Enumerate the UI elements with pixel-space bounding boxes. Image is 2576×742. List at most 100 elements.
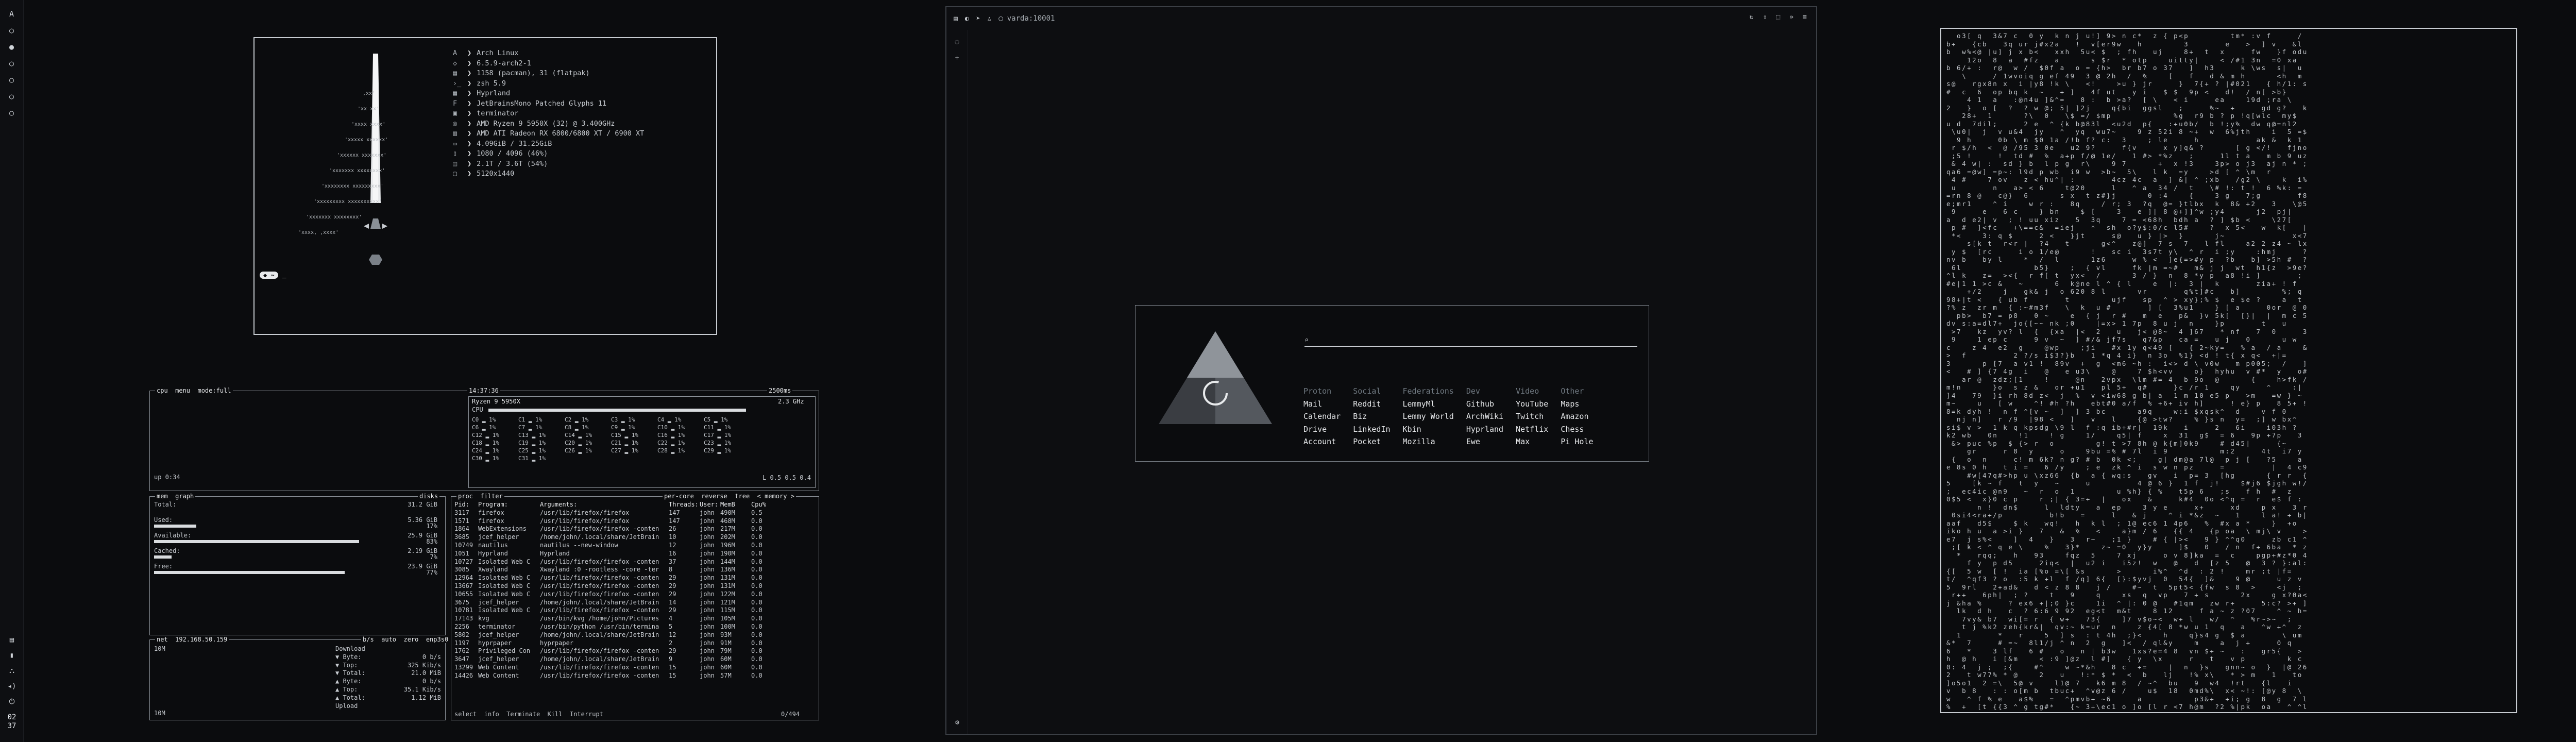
url-bar[interactable]: ◯ varda:10001 bbox=[998, 14, 1055, 23]
cpu-tabs[interactable]: cpu menu mode:full bbox=[155, 387, 233, 394]
workspace-7[interactable]: ○ bbox=[9, 108, 14, 117]
proc-row[interactable]: 1864 WebExtensions/usr/lib/firefox/firefo… bbox=[454, 525, 815, 533]
tray-icon-3[interactable]: ⛬ bbox=[9, 667, 14, 675]
mem-row: Total: 31.2 GiB bbox=[154, 501, 437, 516]
proc-row[interactable]: 1051 Hyprland Hyprland 16 john 190M 0.0 bbox=[454, 550, 815, 558]
link-pi-hole[interactable]: Pi Hole bbox=[1561, 435, 1593, 448]
proc-row[interactable]: 2256 terminator/usr/bin/python /usr/bin/t… bbox=[454, 623, 815, 631]
proc-col-header[interactable]: Threads: bbox=[669, 501, 700, 509]
overflow-icon[interactable]: » bbox=[1789, 13, 1793, 21]
proc-row[interactable]: 5802 jcef_helper/home/john/.local/share/J… bbox=[454, 631, 815, 639]
link-max[interactable]: Max bbox=[1516, 435, 1548, 448]
link-youtube[interactable]: YouTube bbox=[1516, 398, 1548, 411]
shell-prompt[interactable]: ◆ ~ _ bbox=[260, 271, 286, 279]
link-chess[interactable]: Chess bbox=[1561, 423, 1593, 436]
net-label[interactable]: net 192.168.50.159 bbox=[155, 636, 229, 643]
workspace-5[interactable]: ○ bbox=[9, 75, 14, 85]
settings-icon[interactable]: ⚙ bbox=[946, 719, 968, 727]
proc-row[interactable]: 12964 Isolated Web C/usr/lib/firefox/fire… bbox=[454, 574, 815, 582]
chevron-icon: ❯ bbox=[467, 89, 472, 97]
link-drive[interactable]: Drive bbox=[1303, 423, 1341, 436]
disks-tab[interactable]: disks bbox=[418, 493, 440, 500]
lock-icon[interactable]: ⬚ bbox=[1776, 13, 1781, 21]
link-amazon[interactable]: Amazon bbox=[1561, 410, 1593, 423]
proc-row[interactable]: 3117 firefox/usr/lib/firefox/firefox 147 jo… bbox=[454, 509, 815, 517]
new-tab-icon[interactable]: + bbox=[946, 54, 968, 62]
link-reddit[interactable]: Reddit bbox=[1353, 398, 1390, 411]
workspace-4[interactable]: ○ bbox=[9, 59, 14, 68]
reload-icon[interactable]: ↻ bbox=[1750, 13, 1754, 21]
link-account[interactable]: Account bbox=[1303, 435, 1341, 448]
share-icon[interactable]: ⇪ bbox=[1763, 13, 1767, 21]
proc-row[interactable]: 10727 Isolated Web C/usr/lib/firefox/fire… bbox=[454, 558, 815, 566]
proc-cell: 0.0 bbox=[751, 631, 762, 638]
link-netflix[interactable]: Netflix bbox=[1516, 423, 1548, 436]
proc-row[interactable]: 17143 kvg/usr/bin/kvg /home/john/Pictures… bbox=[454, 615, 815, 623]
proc-cell: 60M bbox=[720, 655, 732, 663]
workspace-3[interactable]: ● bbox=[9, 42, 14, 52]
tray-icon-5[interactable]: ⏻ bbox=[9, 698, 14, 706]
shield-icon[interactable]: ◐ bbox=[965, 15, 969, 23]
workspace-6[interactable]: ○ bbox=[9, 92, 14, 101]
link-pocket[interactable]: Pocket bbox=[1353, 435, 1390, 448]
proc-filter[interactable]: proc filter bbox=[456, 493, 504, 500]
proc-row[interactable]: 3675 jcef_helper/home/john/.local/share/J… bbox=[454, 599, 815, 607]
link-lemmy-world[interactable]: Lemmy World bbox=[1403, 410, 1454, 423]
search-box[interactable]: ⌕ bbox=[1304, 334, 1637, 347]
link-linkedin[interactable]: LinkedIn bbox=[1353, 423, 1390, 436]
link-ewe[interactable]: Ewe bbox=[1466, 435, 1503, 448]
tray-icon-1[interactable]: ▤ bbox=[10, 636, 14, 644]
send-icon[interactable]: ➤ bbox=[976, 15, 980, 23]
link-maps[interactable]: Maps bbox=[1561, 398, 1593, 411]
info-icon: F bbox=[453, 99, 457, 108]
proc-row[interactable]: 10655 Isolated Web C/usr/lib/firefox/fire… bbox=[454, 591, 815, 599]
workspace-2[interactable]: ○ bbox=[9, 26, 14, 35]
proc-row[interactable]: 1571 firefox/usr/lib/firefox/firefox 147 jo… bbox=[454, 517, 815, 526]
tray-icon-2[interactable]: ▮ bbox=[10, 651, 14, 660]
proc-row[interactable]: 3085 Xwayland Xwayland :0 -rootless -core … bbox=[454, 566, 815, 574]
proc-row[interactable]: 10781 Isolated Web C/usr/lib/firefox/fire… bbox=[454, 606, 815, 615]
mem-tabs[interactable]: mem graph bbox=[155, 493, 196, 500]
link-mozilla[interactable]: Mozilla bbox=[1403, 435, 1454, 448]
interval-label[interactable]: 2500ms bbox=[767, 387, 793, 394]
link-lemmyml[interactable]: LemmyMl bbox=[1403, 398, 1454, 411]
proc-col-header[interactable]: User: bbox=[700, 501, 720, 509]
tab-icon[interactable]: ◌ bbox=[946, 38, 968, 46]
link-kbin[interactable]: Kbin bbox=[1403, 423, 1454, 436]
sidebar-icon[interactable]: ▤ bbox=[954, 15, 958, 23]
proc-row[interactable]: 14426 Web Content/usr/lib/firefox/firefox… bbox=[454, 672, 815, 680]
workspace-1[interactable]: A bbox=[9, 9, 14, 19]
proc-row[interactable]: 3685 jcef_helper/home/john/.local/share/J… bbox=[454, 533, 815, 542]
link-archwiki[interactable]: ArchWiki bbox=[1466, 410, 1503, 423]
tray-icon-4[interactable]: ◂) bbox=[8, 682, 16, 690]
btop-monitor[interactable]: cpu menu mode:full 14:37:36 2500ms up 0:… bbox=[149, 387, 819, 720]
menu-icon[interactable]: ≡ bbox=[1803, 13, 1807, 21]
proc-col-header[interactable]: Cpu% bbox=[751, 501, 777, 509]
proc-row[interactable]: 1197 hyprpaper hyprpaper 2 john 91M 0.0 bbox=[454, 639, 815, 648]
browser-window[interactable]: ▤ ◐ ➤ ♙ ◯ varda:10001 ↻ ⇪ ⬚ » ≡ ◌ + ⚙ ⌕ P… bbox=[945, 6, 1817, 735]
proc-col-header[interactable]: Program: bbox=[478, 501, 540, 509]
proc-row[interactable]: 13667 Isolated Web C/usr/lib/firefox/fire… bbox=[454, 582, 815, 591]
proc-row[interactable]: 3647 jcef_helper/home/john/.local/share/J… bbox=[454, 655, 815, 664]
proc-row[interactable]: 1762 Privileged Con/usr/lib/firefox/firef… bbox=[454, 647, 815, 655]
proc-options[interactable]: per-core reverse tree < memory > bbox=[663, 493, 796, 500]
workspace-list[interactable]: A ○ ● ○ ○ ○ ○ bbox=[0, 0, 23, 117]
net-iface[interactable]: b/s auto zero enp3s0 bbox=[361, 636, 450, 643]
person-icon[interactable]: ♙ bbox=[987, 15, 991, 23]
link-github[interactable]: Github bbox=[1466, 398, 1503, 411]
proc-footer[interactable]: select info Terminate Kill Interrupt bbox=[454, 711, 603, 718]
fastfetch-terminal[interactable]: ,xx' 'xx xx' 'xxxx xxxx' 'xxxxx xxxxxx' 'xx… bbox=[253, 37, 717, 335]
link-mail[interactable]: Mail bbox=[1303, 398, 1341, 411]
link-twitch[interactable]: Twitch bbox=[1516, 410, 1548, 423]
link-calendar[interactable]: Calendar bbox=[1303, 410, 1341, 423]
proc-cell: 13667 bbox=[454, 582, 473, 589]
matrix-line: e 8s 0 h t i = 6 /y ; e zk ^ i s w n pz … bbox=[1946, 463, 2308, 471]
proc-col-header[interactable]: Arguments: bbox=[540, 501, 669, 509]
link-biz[interactable]: Biz bbox=[1353, 410, 1390, 423]
proc-row[interactable]: 10749 nautilus nautilus --new-window 12 john… bbox=[454, 542, 815, 550]
proc-col-header[interactable]: MemB bbox=[720, 501, 751, 509]
link-hyprland[interactable]: Hyprland bbox=[1466, 423, 1503, 436]
proc-row[interactable]: 13299 Web Content/usr/lib/firefox/firefox… bbox=[454, 664, 815, 672]
proc-col-header[interactable]: Pid: bbox=[454, 501, 478, 509]
proc-cell: 5 bbox=[669, 622, 673, 630]
